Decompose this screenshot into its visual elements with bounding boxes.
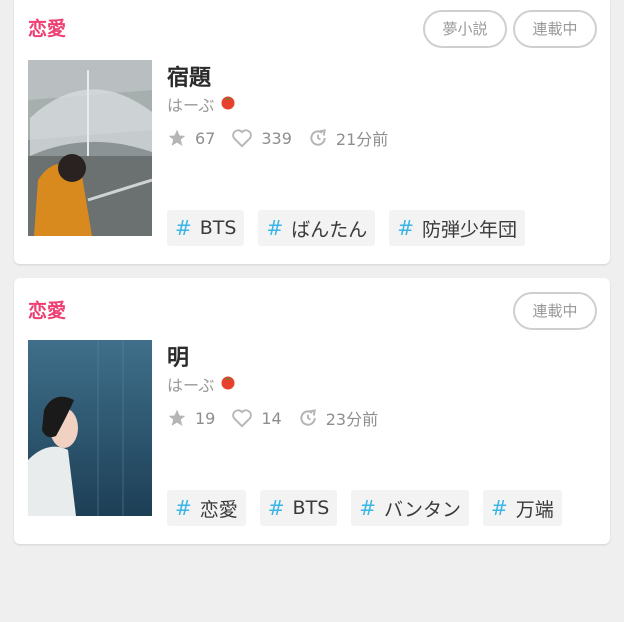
story-card[interactable]: 恋愛 夢小説 連載中 宿題 はーぶ 67 339 21分前 # BTS # ばん…	[14, 0, 610, 264]
story-title[interactable]: 宿題	[167, 60, 211, 92]
tag-label: ばんたん	[291, 218, 368, 241]
tag-label: BTS	[292, 497, 330, 519]
story-thumbnail[interactable]	[28, 340, 152, 516]
tag-chip[interactable]: # BTS	[167, 210, 245, 246]
tomato-icon	[220, 94, 236, 114]
hash-icon: #	[397, 216, 415, 240]
tag-chip[interactable]: # バンタン	[351, 490, 469, 526]
star-icon	[168, 409, 186, 426]
tag-label: バンタン	[384, 498, 461, 521]
hash-icon: #	[267, 496, 285, 520]
star-count: 67	[195, 128, 216, 148]
genre-label: 恋愛	[28, 300, 67, 322]
star-icon	[168, 129, 186, 146]
badge-serializing[interactable]: 連載中	[513, 10, 597, 48]
tag-chip[interactable]: # BTS	[259, 490, 338, 526]
story-card[interactable]: 恋愛 連載中 明 はーぶ 19 14 23分前 # 恋愛 # BTS # バンタ…	[14, 278, 610, 544]
clock-refresh-icon	[300, 409, 316, 426]
tag-label: 万端	[515, 498, 554, 521]
story-title[interactable]: 明	[167, 340, 189, 372]
tag-label: 恋愛	[199, 498, 238, 521]
badge-serializing[interactable]: 連載中	[513, 292, 597, 330]
tag-chip[interactable]: # 恋愛	[167, 490, 246, 526]
hash-icon: #	[490, 496, 508, 520]
heart-icon	[232, 129, 253, 148]
tag-chip[interactable]: # 防弾少年団	[389, 210, 526, 246]
author-name: はーぶ	[167, 96, 215, 115]
tomato-icon	[220, 374, 236, 394]
hash-icon: #	[359, 496, 377, 520]
updated-time: 21分前	[335, 130, 389, 149]
hash-icon: #	[175, 216, 192, 240]
tag-list: # 恋愛 # BTS # バンタン # 万端	[167, 490, 576, 526]
tag-label: 防弾少年団	[422, 218, 518, 241]
stats-row: 67 339 21分前	[167, 126, 404, 150]
tag-chip[interactable]: # 万端	[482, 490, 562, 526]
badge-dream-novel[interactable]: 夢小説	[423, 10, 507, 48]
tag-chip[interactable]: # ばんたん	[258, 210, 376, 246]
heart-icon	[232, 409, 253, 428]
author-row[interactable]: はーぶ	[167, 92, 236, 116]
stats-row: 19 14 23分前	[167, 406, 394, 430]
updated-time: 23分前	[325, 410, 379, 429]
star-count: 19	[195, 408, 216, 428]
tag-list: # BTS # ばんたん # 防弾少年団	[167, 210, 539, 246]
hash-icon: #	[266, 216, 284, 240]
story-thumbnail[interactable]	[28, 60, 152, 236]
author-name: はーぶ	[167, 376, 215, 395]
hash-icon: #	[175, 496, 192, 520]
like-count: 339	[261, 128, 292, 148]
author-row[interactable]: はーぶ	[167, 372, 236, 396]
like-count: 14	[261, 408, 282, 428]
clock-refresh-icon	[310, 129, 326, 146]
tag-label: BTS	[199, 217, 237, 239]
genre-label: 恋愛	[28, 18, 67, 40]
